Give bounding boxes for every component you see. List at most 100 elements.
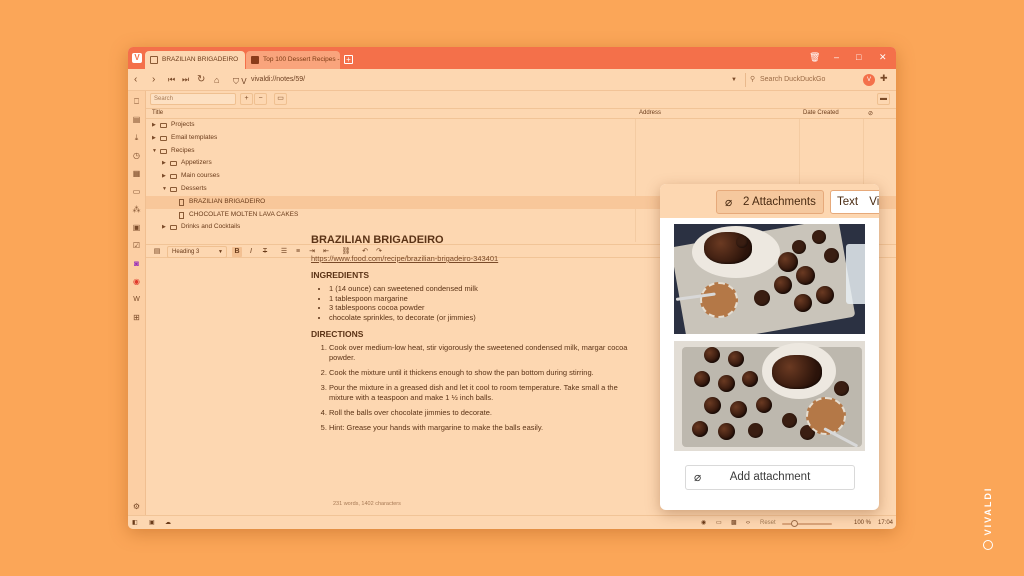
wikipedia-icon[interactable]: W <box>132 295 141 304</box>
notes-icon[interactable]: ▦ <box>132 169 141 178</box>
maximize-icon[interactable]: □ <box>856 52 861 63</box>
tree-item-appetizers[interactable]: ▶ Appetizers <box>146 157 896 170</box>
attachments-button[interactable]: ⌀ 2 Attachments <box>716 190 824 214</box>
remove-note-button[interactable]: − <box>254 93 267 105</box>
attachment-column-icon[interactable]: ⊘ <box>868 110 873 117</box>
panel-toggle-button[interactable]: ▬ <box>877 93 890 105</box>
profile-avatar[interactable]: V <box>863 74 875 86</box>
italic-button[interactable]: I <box>246 247 256 257</box>
ingredients-heading: INGREDIENTS <box>311 270 370 280</box>
list-item: 3 tablespoons cocoa powder <box>329 303 641 313</box>
vivaldi-icon[interactable]: ◉ <box>132 277 141 286</box>
clock: 17:04 <box>878 520 894 526</box>
back-icon[interactable]: ‹ <box>134 73 137 87</box>
strikethrough-button[interactable]: T <box>260 247 270 257</box>
chevron-down-icon[interactable]: ▼ <box>731 73 737 87</box>
window-icon[interactable]: ▭ <box>132 187 141 196</box>
expand-arrow-icon[interactable]: ▶ <box>162 221 166 234</box>
text-visual-toggle[interactable]: Text Vi <box>830 190 879 214</box>
tab-brazilian-brigadeiro[interactable]: BRAZILIAN BRIGADEIRO <box>145 51 245 69</box>
list-item: Roll the balls over chocolate jimmies to… <box>329 408 641 418</box>
tree-item-email-templates[interactable]: ▶ Email templates <box>146 132 896 145</box>
extensions-icon[interactable]: ✚ <box>880 73 888 84</box>
calendar-icon[interactable]: ▣ <box>132 223 141 232</box>
vivaldi-logo-icon <box>983 540 993 550</box>
add-note-button[interactable]: + <box>240 93 253 105</box>
ordered-list-icon[interactable]: ☰ <box>279 247 289 257</box>
download-icon[interactable]: ⤓ <box>132 133 141 142</box>
tab-visual[interactable]: Vi <box>869 196 879 208</box>
search-engine-field[interactable]: ⚲ Search DuckDuckGo <box>745 73 855 87</box>
brigadeiro-ball <box>704 347 720 363</box>
image-icon[interactable]: ▩ <box>731 518 737 528</box>
history-icon[interactable]: ◷ <box>132 151 141 160</box>
bold-button[interactable]: B <box>232 247 242 257</box>
note-content[interactable]: BRAZILIAN BRIGADEIRO https://www.food.co… <box>311 235 641 438</box>
collapse-arrow-icon[interactable]: ▼ <box>152 145 157 158</box>
camera-icon[interactable]: ◉ <box>701 518 706 528</box>
attachment-image-2[interactable] <box>674 341 865 451</box>
bullet-list-icon[interactable]: ≡ <box>293 247 303 257</box>
new-folder-button[interactable]: ▭ <box>274 93 287 105</box>
note-link[interactable]: https://www.food.com/recipe/brazilian-br… <box>311 254 641 264</box>
tab-text[interactable]: Text <box>837 196 858 208</box>
expand-arrow-icon[interactable]: ▶ <box>152 119 156 132</box>
sidebar-toggle-icon[interactable]: ▤ <box>152 247 162 257</box>
brigadeiro-ball <box>796 266 815 285</box>
new-tab-button[interactable]: + <box>344 55 353 64</box>
column-title[interactable]: Title <box>152 110 163 116</box>
cloud-sync-icon[interactable]: ☁ <box>165 518 171 528</box>
list-item: 1 tablespoon margarine <box>329 294 641 304</box>
list-item: Cook the mixture until it thickens enoug… <box>329 368 641 378</box>
tab-label: BRAZILIAN BRIGADEIRO <box>162 56 239 63</box>
expand-arrow-icon[interactable]: ▶ <box>162 157 166 170</box>
fast-forward-icon[interactable]: ⏭ <box>182 73 189 87</box>
reload-icon[interactable]: ↻ <box>197 73 205 87</box>
tab-bar: V BRAZILIAN BRIGADEIRO Top 100 Dessert R… <box>128 47 896 69</box>
url-field[interactable]: ⛉ V vivaldi://notes/59/ <box>231 73 741 87</box>
reading-list-icon[interactable]: ▤ <box>132 115 141 124</box>
close-icon[interactable]: ✕ <box>879 52 887 63</box>
collapse-arrow-icon[interactable]: ▼ <box>162 183 167 196</box>
tree-item-main-courses[interactable]: ▶ Main courses <box>146 170 896 183</box>
bookmark-icon[interactable]: ⎕ <box>132 97 141 106</box>
tab-dessert-recipes[interactable]: Top 100 Dessert Recipes - <box>246 51 340 69</box>
zoom-slider-handle[interactable] <box>791 520 798 527</box>
mastodon-icon[interactable]: ◙ <box>132 259 141 268</box>
panel-toggle-icon[interactable]: ◧ <box>132 518 138 528</box>
brigadeiro-ball <box>792 240 806 254</box>
home-icon[interactable]: ⌂ <box>214 73 219 87</box>
minimize-icon[interactable]: – <box>834 52 839 63</box>
attachment-image-1[interactable] <box>674 224 865 334</box>
column-address[interactable]: Address <box>639 110 661 116</box>
tab-tiling-icon[interactable]: ▣ <box>149 518 155 528</box>
expand-arrow-icon[interactable]: ▶ <box>162 170 166 183</box>
tree-item-recipes[interactable]: ▼ Recipes <box>146 145 896 158</box>
notes-search-input[interactable]: Search <box>150 93 236 105</box>
expand-arrow-icon[interactable]: ▶ <box>152 132 156 145</box>
list-item: 1 (14 ounce) can sweetened condensed mil… <box>329 284 641 294</box>
column-header: Title Address Date Created ⊘ <box>146 108 896 119</box>
watermark-text: VIVALDI <box>983 486 993 536</box>
rewind-icon[interactable]: ⏮ <box>168 73 175 87</box>
folder-icon <box>170 225 177 231</box>
tree-item-label: Appetizers <box>181 159 212 167</box>
tab-label: Top 100 Dessert Recipes - <box>263 56 340 63</box>
vivaldi-menu-icon[interactable]: V <box>132 53 142 63</box>
zoom-slider[interactable] <box>782 523 832 525</box>
zoom-reset-button[interactable]: Reset <box>760 518 776 528</box>
column-date[interactable]: Date Created <box>803 110 839 116</box>
page-tiling-icon[interactable]: ▭ <box>716 518 722 528</box>
trash-icon[interactable]: 🗑 <box>809 52 820 63</box>
add-attachment-button[interactable]: ⌀ Add attachment <box>685 465 855 490</box>
tree-item-projects[interactable]: ▶ Projects <box>146 119 896 132</box>
translate-icon[interactable]: ⁂ <box>132 205 141 214</box>
brigadeiro-ball <box>794 294 812 312</box>
heading-select[interactable]: Heading 3 ▼ <box>167 246 227 258</box>
forward-icon[interactable]: › <box>152 73 155 87</box>
add-panel-icon[interactable]: ⊞ <box>132 313 141 322</box>
settings-gear-icon[interactable]: ⚙ <box>132 502 141 511</box>
tasks-icon[interactable]: ☑ <box>132 241 141 250</box>
tree-item-label: BRAZILIAN BRIGADEIRO <box>189 197 266 205</box>
code-icon[interactable]: ‹› <box>746 518 750 528</box>
